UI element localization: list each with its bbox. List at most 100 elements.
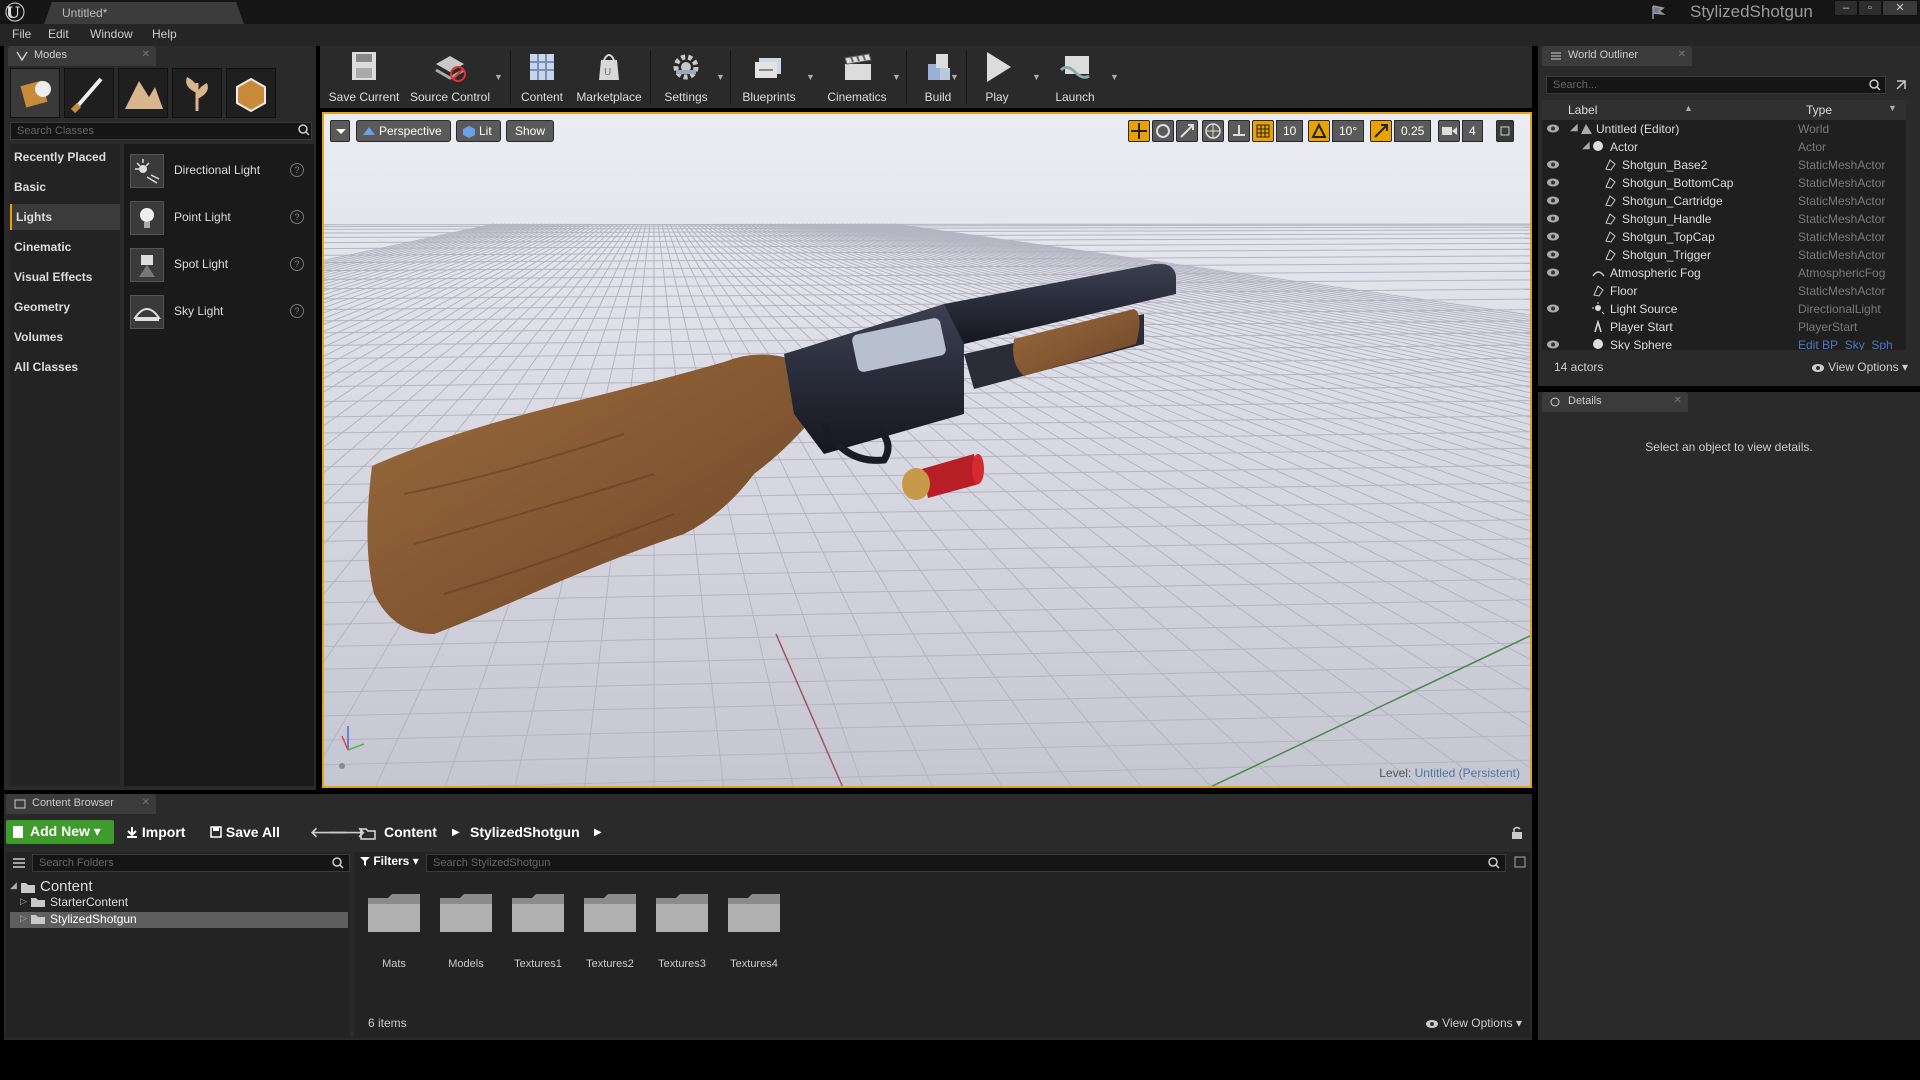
outliner-view-options-button[interactable]: View Options ▾: [1811, 360, 1908, 374]
unreal-logo-icon[interactable]: U: [4, 2, 26, 22]
visibility-eye-icon[interactable]: [1546, 340, 1560, 349]
chevron-down-icon[interactable]: ▼: [716, 72, 725, 82]
class-item-directional-light[interactable]: Directional Light ?: [128, 150, 310, 190]
details-tab[interactable]: Details ✕: [1542, 392, 1688, 412]
source-control-button[interactable]: Source Control: [408, 48, 492, 106]
paint-mode-button[interactable]: [64, 68, 114, 118]
category-all-classes[interactable]: All Classes: [10, 354, 120, 380]
lock-icon[interactable]: [1510, 826, 1524, 840]
rotation-snap-icon[interactable]: [1308, 120, 1330, 142]
save-all-button[interactable]: Save All: [210, 824, 280, 840]
search-folders-input[interactable]: Search Folders: [32, 854, 350, 872]
content-browser-tab[interactable]: Content Browser ✕: [6, 794, 156, 814]
outliner-row-static-mesh[interactable]: Shotgun_Base2 StaticMeshActor: [1542, 156, 1906, 174]
scale-snap-value[interactable]: 0.25: [1394, 120, 1432, 142]
viewport-options-button[interactable]: [330, 120, 350, 142]
expand-arrow-icon[interactable]: ▷: [20, 913, 27, 924]
marketplace-button[interactable]: U Marketplace: [574, 48, 644, 106]
outliner-row-floor[interactable]: Floor StaticMeshActor: [1542, 282, 1906, 300]
outliner-row-sky-sphere[interactable]: Sky Sphere Edit BP_Sky_Sph: [1542, 336, 1906, 350]
outliner-row-light-source[interactable]: Light Source DirectionalLight: [1542, 300, 1906, 318]
chevron-down-icon[interactable]: ▼: [806, 72, 815, 82]
folder-tile-textures3[interactable]: Textures3: [650, 892, 714, 972]
chevron-down-icon[interactable]: ▼: [494, 72, 503, 82]
maximize-button[interactable]: ▫: [1858, 0, 1882, 16]
rotation-snap-value[interactable]: 10°: [1332, 120, 1365, 142]
folder-tile-mats[interactable]: Mats: [362, 892, 426, 972]
close-icon[interactable]: ✕: [142, 797, 150, 808]
category-volumes[interactable]: Volumes: [10, 324, 120, 350]
blueprints-button[interactable]: Blueprints: [734, 48, 804, 106]
folder-tile-textures4[interactable]: Textures4: [722, 892, 786, 972]
outliner-row-static-mesh[interactable]: Shotgun_BottomCap StaticMeshActor: [1542, 174, 1906, 192]
breadcrumb-stylizedshotgun[interactable]: StylizedShotgun: [470, 824, 580, 840]
chevron-down-icon[interactable]: ▼: [1888, 103, 1897, 113]
help-icon[interactable]: ?: [290, 210, 304, 224]
visibility-eye-icon[interactable]: [1546, 196, 1560, 205]
expand-arrow-icon[interactable]: ◢: [1582, 140, 1590, 151]
menu-file[interactable]: File: [12, 27, 31, 41]
help-icon[interactable]: ?: [290, 163, 304, 177]
level-viewport[interactable]: Perspective Lit Show 10 10° 0.25 4 Level…: [322, 112, 1532, 788]
menu-window[interactable]: Window: [90, 27, 133, 41]
help-icon[interactable]: ?: [290, 257, 304, 271]
menu-edit[interactable]: Edit: [48, 27, 69, 41]
camera-speed-icon[interactable]: [1438, 120, 1460, 142]
scale-snap-icon[interactable]: [1370, 120, 1392, 142]
breadcrumb-content[interactable]: Content: [384, 824, 437, 840]
document-tab[interactable]: Untitled*: [44, 2, 244, 24]
column-type-header[interactable]: Type: [1806, 103, 1832, 117]
category-basic[interactable]: Basic: [10, 174, 120, 200]
close-window-button[interactable]: ✕: [1882, 0, 1918, 16]
edit-blueprint-link[interactable]: Edit BP_Sky_Sph: [1798, 338, 1893, 350]
sort-ascending-icon[interactable]: ▲: [1684, 103, 1693, 113]
outliner-row-static-mesh[interactable]: Shotgun_Handle StaticMeshActor: [1542, 210, 1906, 228]
sources-panel-icon[interactable]: [12, 856, 26, 870]
maximize-viewport-icon[interactable]: [1496, 120, 1514, 142]
show-button[interactable]: Show: [506, 120, 555, 142]
close-icon[interactable]: ✕: [1678, 49, 1686, 60]
chevron-down-icon[interactable]: ▼: [1032, 72, 1041, 82]
place-mode-button[interactable]: [10, 68, 60, 118]
tree-item-stylizedshotgun[interactable]: StylizedShotgun: [50, 912, 137, 926]
pin-icon[interactable]: [1894, 78, 1908, 92]
add-new-button[interactable]: Add New ▾: [6, 820, 114, 844]
perspective-button[interactable]: Perspective: [356, 120, 451, 142]
folder-tile-models[interactable]: Models: [434, 892, 498, 972]
tree-item-content[interactable]: Content: [40, 878, 93, 895]
help-icon[interactable]: ?: [290, 304, 304, 318]
translate-mode-icon[interactable]: [1128, 120, 1150, 142]
expand-arrow-icon[interactable]: ▷: [20, 896, 27, 907]
folder-tile-textures2[interactable]: Textures2: [578, 892, 642, 972]
search-assets-input[interactable]: Search StylizedShotgun: [426, 854, 1506, 872]
import-button[interactable]: Import: [126, 824, 185, 840]
visibility-eye-icon[interactable]: [1546, 268, 1560, 277]
menu-help[interactable]: Help: [152, 27, 177, 41]
column-label-header[interactable]: Label: [1568, 103, 1597, 117]
outliner-row-player-start[interactable]: Player Start PlayerStart: [1542, 318, 1906, 336]
outliner-search-input[interactable]: Search...: [1546, 76, 1886, 94]
visibility-eye-icon[interactable]: [1546, 160, 1560, 169]
cinematics-button[interactable]: Cinematics: [816, 48, 898, 106]
close-icon[interactable]: ✕: [142, 49, 150, 60]
class-item-sky-light[interactable]: Sky Light ?: [128, 291, 310, 331]
visibility-eye-icon[interactable]: [1546, 124, 1560, 133]
minimize-button[interactable]: –: [1834, 0, 1858, 16]
chevron-down-icon[interactable]: ▼: [1110, 72, 1119, 82]
scale-mode-icon[interactable]: [1176, 120, 1198, 142]
save-current-button[interactable]: Save Current: [326, 48, 402, 106]
outliner-row-static-mesh[interactable]: Shotgun_TopCap StaticMeshActor: [1542, 228, 1906, 246]
class-item-point-light[interactable]: Point Light ?: [128, 197, 310, 237]
foliage-mode-button[interactable]: [172, 68, 222, 118]
visibility-eye-icon[interactable]: [1546, 250, 1560, 259]
category-cinematic[interactable]: Cinematic: [10, 234, 120, 260]
content-view-options-button[interactable]: View Options ▾: [1425, 1016, 1522, 1030]
landscape-mode-button[interactable]: [118, 68, 168, 118]
world-outliner-tab[interactable]: World Outliner ✕: [1542, 46, 1692, 66]
outliner-row-atmospheric-fog[interactable]: Atmospheric Fog AtmosphericFog: [1542, 264, 1906, 282]
visibility-eye-icon[interactable]: [1546, 304, 1560, 313]
world-local-icon[interactable]: [1202, 120, 1224, 142]
visibility-eye-icon[interactable]: [1546, 214, 1560, 223]
filters-button[interactable]: Filters ▾: [360, 854, 419, 868]
category-visual-effects[interactable]: Visual Effects: [10, 264, 120, 290]
